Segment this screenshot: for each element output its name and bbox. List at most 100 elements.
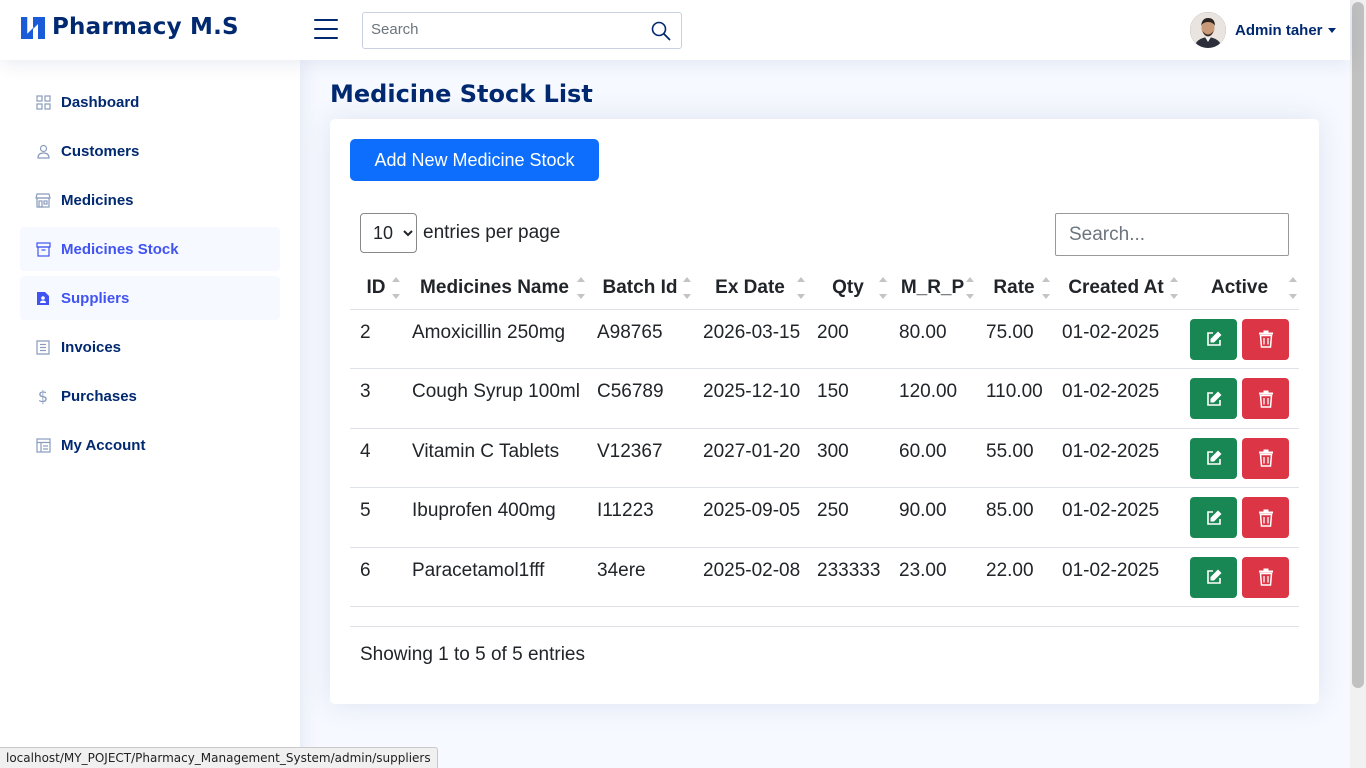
- sort-icon: [577, 277, 585, 299]
- per-page-select[interactable]: 10: [360, 213, 417, 253]
- column-label: Medicines Name: [420, 276, 569, 298]
- page-scrollbar[interactable]: [1350, 0, 1366, 768]
- delete-button[interactable]: [1242, 437, 1289, 479]
- column-header-medicines-name[interactable]: Medicines Name: [402, 267, 587, 310]
- cell-created-at: 01-02-2025: [1052, 428, 1180, 489]
- edit-button[interactable]: [1190, 437, 1237, 479]
- cell-actions: [1180, 547, 1299, 608]
- dollar-icon: $: [37, 386, 49, 406]
- sort-icon: [683, 277, 691, 299]
- delete-button[interactable]: [1242, 378, 1289, 420]
- sidebar-item-label: Purchases: [61, 387, 137, 405]
- shop-icon: [34, 191, 52, 209]
- trash-icon: [1258, 390, 1273, 408]
- per-page-control: 10 entries per page: [360, 213, 560, 253]
- table-footer-divider: [350, 626, 1299, 627]
- sidebar-item-suppliers[interactable]: Suppliers: [20, 276, 280, 320]
- edit-icon: [1206, 510, 1221, 525]
- showing-entries-text: Showing 1 to 5 of 5 entries: [360, 644, 585, 665]
- cell-created-at: 01-02-2025: [1052, 547, 1180, 608]
- column-label: Qty: [832, 276, 864, 298]
- logo-icon: [21, 17, 45, 39]
- cell-id: 6: [350, 547, 402, 608]
- column-header-rate[interactable]: Rate: [976, 267, 1052, 310]
- cell-ex-date: 2027-01-20: [693, 428, 807, 489]
- table-row: 3 Cough Syrup 100ml C56789 2025-12-10 15…: [350, 368, 1299, 429]
- cell-qty: 250: [807, 487, 889, 548]
- sidebar-item-label: Invoices: [61, 338, 122, 356]
- edit-button[interactable]: [1190, 497, 1237, 539]
- edit-button[interactable]: [1190, 556, 1237, 598]
- trash-icon: [1258, 330, 1273, 348]
- sort-icon: [1170, 277, 1178, 299]
- cell-id: 4: [350, 428, 402, 489]
- cell-medicine-name: Cough Syrup 100ml: [402, 368, 587, 429]
- cell-mrp: 80.00: [889, 309, 976, 370]
- delete-button[interactable]: [1242, 556, 1289, 598]
- search-icon[interactable]: [651, 21, 671, 41]
- cell-medicine-name: Vitamin C Tablets: [402, 428, 587, 489]
- scrollbar-thumb[interactable]: [1352, 2, 1364, 688]
- cell-id: 3: [350, 368, 402, 429]
- top-header: Pharmacy M.S Admin taher: [0, 0, 1350, 60]
- avatar: [1190, 12, 1226, 48]
- cell-qty: 200: [807, 309, 889, 370]
- sidebar-item-purchases[interactable]: $ Purchases: [20, 374, 280, 418]
- stock-table: ID Medicines Name Batch Id Ex Date Qty M…: [350, 267, 1299, 608]
- delete-button[interactable]: [1242, 497, 1289, 539]
- archive-icon: [34, 240, 52, 258]
- sidebar-item-invoices[interactable]: Invoices: [20, 325, 280, 369]
- file-person-icon: [34, 289, 52, 307]
- column-label: ID: [366, 276, 386, 298]
- sidebar-toggle-button[interactable]: [314, 19, 338, 41]
- sidebar-item-label: Suppliers: [61, 289, 130, 307]
- trash-icon: [1258, 449, 1273, 467]
- hamburger-line: [314, 28, 338, 30]
- column-header-created-at[interactable]: Created At: [1052, 267, 1180, 310]
- profile-name: Admin taher: [1235, 21, 1323, 39]
- cell-id: 2: [350, 309, 402, 370]
- cell-medicine-name: Paracetamol1fff: [402, 547, 587, 608]
- column-header-active[interactable]: Active: [1180, 267, 1299, 310]
- delete-button[interactable]: [1242, 318, 1289, 360]
- profile-dropdown[interactable]: Admin taher: [1190, 12, 1336, 48]
- add-medicine-stock-button[interactable]: Add New Medicine Stock: [350, 139, 599, 181]
- cell-rate: 22.00: [976, 547, 1052, 608]
- cell-ex-date: 2025-09-05: [693, 487, 807, 548]
- cell-ex-date: 2026-03-15: [693, 309, 807, 370]
- app-logo[interactable]: Pharmacy M.S: [20, 14, 239, 40]
- edit-icon: [1206, 391, 1221, 406]
- cell-batch-id: I11223: [587, 487, 693, 548]
- cell-created-at: 01-02-2025: [1052, 487, 1180, 548]
- sidebar-item-medicines-stock[interactable]: Medicines Stock: [20, 227, 280, 271]
- column-header-ex-date[interactable]: Ex Date: [693, 267, 807, 310]
- cell-mrp: 23.00: [889, 547, 976, 608]
- sort-icon: [1289, 277, 1297, 299]
- edit-button[interactable]: [1190, 378, 1237, 420]
- sidebar-item-dashboard[interactable]: Dashboard: [20, 80, 280, 124]
- column-header-qty[interactable]: Qty: [807, 267, 889, 310]
- header-search: [362, 12, 682, 49]
- search-input[interactable]: [371, 21, 641, 38]
- table-search-input[interactable]: [1055, 213, 1289, 256]
- chevron-down-icon: [1327, 27, 1336, 33]
- sidebar-item-label: My Account: [61, 436, 146, 454]
- edit-button[interactable]: [1190, 318, 1237, 360]
- column-header-mrp[interactable]: M_R_P: [889, 267, 976, 310]
- receipt-icon: [34, 338, 52, 356]
- page-title: Medicine Stock List: [330, 80, 593, 108]
- hamburger-icon: [314, 19, 338, 21]
- column-label: Ex Date: [715, 276, 785, 298]
- cell-batch-id: C56789: [587, 368, 693, 429]
- cell-created-at: 01-02-2025: [1052, 309, 1180, 370]
- cell-batch-id: 34ere: [587, 547, 693, 608]
- sidebar-item-medicines[interactable]: Medicines: [20, 178, 280, 222]
- cell-medicine-name: Amoxicillin 250mg: [402, 309, 587, 370]
- sort-icon: [966, 277, 974, 299]
- trash-icon: [1258, 509, 1273, 527]
- grid-icon: [34, 93, 52, 111]
- column-header-batch-id[interactable]: Batch Id: [587, 267, 693, 310]
- sidebar-item-customers[interactable]: Customers: [20, 129, 280, 173]
- column-header-id[interactable]: ID: [350, 267, 402, 310]
- sidebar-item-my-account[interactable]: My Account: [20, 423, 280, 467]
